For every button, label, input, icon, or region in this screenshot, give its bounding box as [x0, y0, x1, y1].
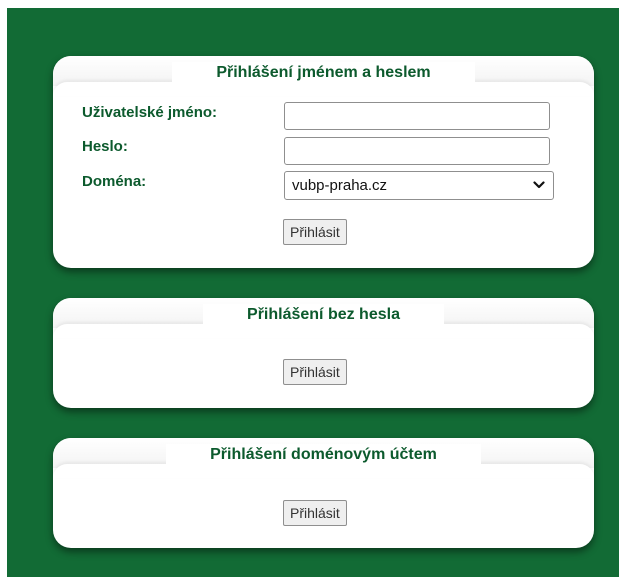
panel-divider — [53, 324, 594, 338]
panel-divider — [53, 464, 594, 478]
passwordless-login-title: Přihlášení bez hesla — [53, 304, 594, 325]
domain-account-login-title-text: Přihlášení doménovým účtem — [166, 444, 481, 465]
domain-select[interactable]: vubp-praha.cz — [284, 171, 554, 200]
password-login-panel: Přihlášení jménem a heslem Uživatelské j… — [53, 56, 594, 268]
domain-label: Doména: — [82, 173, 147, 190]
panel-divider — [53, 82, 594, 96]
password-login-title-text: Přihlášení jménem a heslem — [172, 62, 475, 83]
password-login-button[interactable]: Přihlásit — [283, 219, 347, 245]
username-label: Uživatelské jméno: — [82, 104, 218, 121]
password-login-title: Přihlášení jménem a heslem — [53, 62, 594, 83]
password-label: Heslo: — [82, 138, 128, 155]
passwordless-login-button[interactable]: Přihlásit — [283, 359, 347, 385]
domain-account-login-button[interactable]: Přihlásit — [283, 500, 347, 526]
chevron-down-icon — [533, 181, 545, 189]
passwordless-login-panel: Přihlášení bez hesla Přihlásit — [53, 298, 594, 408]
password-input[interactable] — [284, 137, 550, 165]
username-input[interactable] — [284, 102, 550, 130]
domain-select-value: vubp-praha.cz — [292, 177, 388, 194]
domain-account-login-panel: Přihlášení doménovým účtem Přihlásit — [53, 438, 594, 548]
page-background: Přihlášení jménem a heslem Uživatelské j… — [7, 8, 619, 577]
domain-account-login-title: Přihlášení doménovým účtem — [53, 444, 594, 465]
passwordless-login-title-text: Přihlášení bez hesla — [203, 304, 444, 325]
